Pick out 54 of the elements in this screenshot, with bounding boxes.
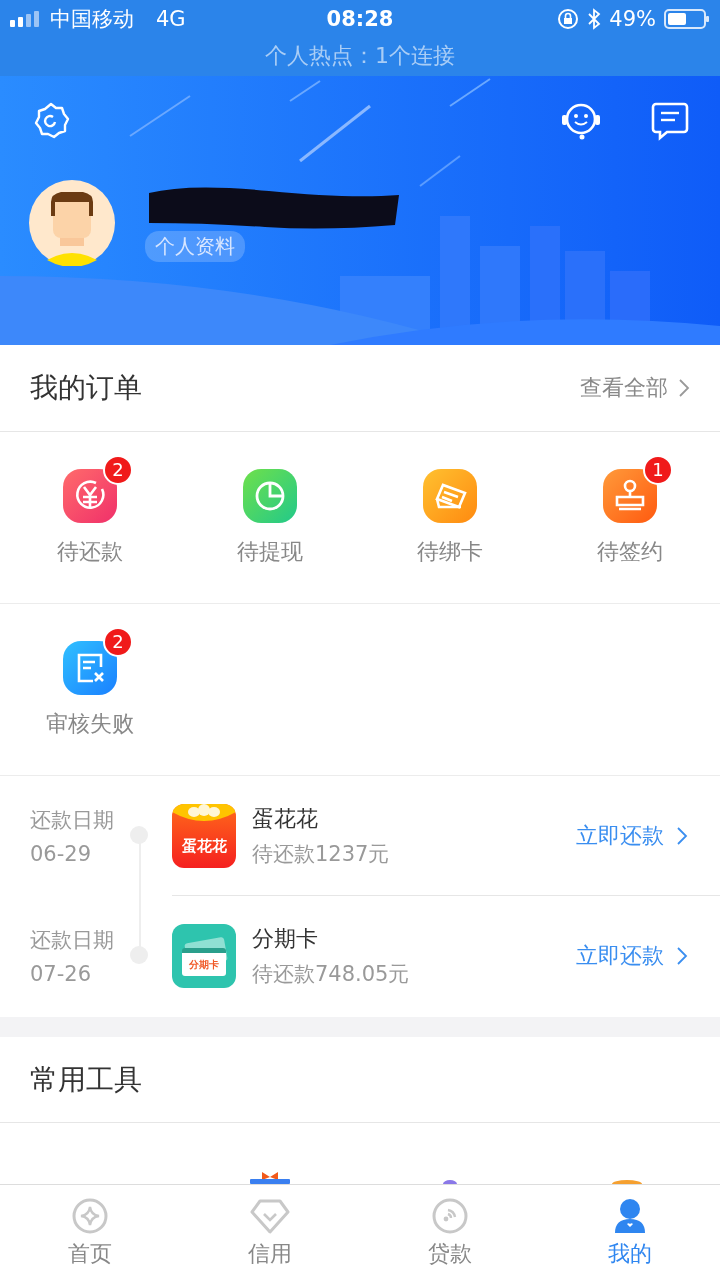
network-type: 4G <box>156 7 186 31</box>
order-status-item[interactable]: 2 审核失败 <box>0 604 180 775</box>
tool-icon <box>612 1180 642 1184</box>
avatar-icon[interactable] <box>29 180 115 266</box>
order-status-label: 待还款 <box>57 537 123 566</box>
order-status-icon <box>423 468 477 523</box>
section-title: 我的订单 <box>30 370 142 406</box>
order-status-item[interactable]: 2 待还款 <box>0 432 180 603</box>
order-status-item[interactable]: 1 待签约 <box>540 432 720 603</box>
bluetooth-icon <box>587 8 602 30</box>
message-icon[interactable] <box>650 101 690 141</box>
app-logo: 蛋花花 <box>172 803 236 868</box>
tab-bar-item[interactable]: 信用 <box>180 1185 360 1280</box>
rotation-lock-icon <box>557 8 580 30</box>
profile-link[interactable]: 个人资料 <box>145 230 245 262</box>
order-status-label: 待提现 <box>237 537 303 566</box>
clock-time: 08:28 <box>326 7 394 31</box>
battery-percent: 49% <box>609 7 656 31</box>
chevron-icon <box>676 946 688 966</box>
battery-icon <box>664 8 710 30</box>
count-badge: 1 <box>643 454 673 485</box>
product-name: 分期卡 <box>252 925 319 953</box>
amount-due: 待还款1237元 <box>252 840 391 868</box>
order-status-label: 待绑卡 <box>417 537 483 566</box>
gauge-icon <box>431 1196 469 1235</box>
count-badge: 2 <box>103 454 133 485</box>
due-date: 06-29 <box>30 842 93 866</box>
due-date-label: 还款日期 <box>30 927 115 954</box>
home-icon <box>71 1196 109 1235</box>
app-logo: 分期卡 <box>172 924 236 988</box>
repay-now-link[interactable]: 立即还款 <box>576 941 688 971</box>
due-date-label: 还款日期 <box>30 807 115 834</box>
section-title: 常用工具 <box>30 1061 142 1098</box>
amount-due: 待还款748.05元 <box>252 961 411 988</box>
order-status-item[interactable]: 待提现 <box>180 432 360 603</box>
order-status-icon <box>243 468 297 523</box>
order-status-label: 审核失败 <box>46 709 134 738</box>
tool-icon <box>443 1180 457 1184</box>
order-status-label: 待签约 <box>597 537 663 566</box>
carrier-name: 中国移动 <box>50 6 134 33</box>
tab-bar-item[interactable]: 首页 <box>0 1185 180 1280</box>
order-status-item[interactable]: 待绑卡 <box>360 432 540 603</box>
tab-bar-item[interactable]: 贷款 <box>360 1185 540 1280</box>
hotspot-notice: 个人热点：1个连接 <box>265 42 455 70</box>
product-name: 蛋花花 <box>252 804 319 833</box>
chevron-icon <box>676 825 688 846</box>
signal-icon <box>10 11 42 27</box>
chevron-icon <box>678 378 690 398</box>
view-all-link[interactable]: 查看全部 <box>580 373 690 403</box>
repay-now-link[interactable]: 立即还款 <box>576 820 688 851</box>
count-badge: 2 <box>103 626 133 657</box>
gift-icon <box>248 1170 292 1184</box>
due-date: 07-26 <box>30 962 93 986</box>
tab-bar-item[interactable]: 我的 <box>540 1185 720 1280</box>
